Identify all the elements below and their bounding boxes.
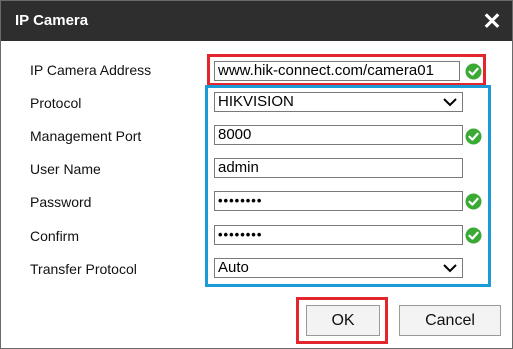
transfer-protocol-label: Transfer Protocol bbox=[30, 261, 137, 277]
dialog-titlebar: IP Camera ✕ bbox=[1, 1, 512, 41]
password-label: Password bbox=[30, 194, 92, 210]
valid-check-icon bbox=[465, 128, 482, 145]
username-label: User Name bbox=[30, 161, 101, 177]
username-input[interactable]: admin bbox=[214, 158, 463, 178]
dialog-title: IP Camera bbox=[15, 12, 89, 29]
cancel-button[interactable]: Cancel bbox=[399, 305, 501, 336]
chevron-down-icon bbox=[443, 98, 457, 107]
protocol-value: HIKVISION bbox=[218, 93, 294, 110]
close-icon[interactable]: ✕ bbox=[479, 7, 505, 35]
transfer-protocol-value: Auto bbox=[218, 259, 249, 276]
valid-check-icon bbox=[465, 193, 482, 210]
address-label: IP Camera Address bbox=[30, 62, 152, 78]
port-input[interactable]: 8000 bbox=[214, 125, 463, 145]
confirm-label: Confirm bbox=[30, 228, 80, 244]
chevron-down-icon bbox=[443, 264, 457, 273]
address-input[interactable]: www.hik-connect.com/camera01 bbox=[214, 61, 460, 81]
ip-camera-dialog: IP Camera ✕ IP Camera Address www.hik-co… bbox=[0, 0, 513, 349]
valid-check-icon bbox=[465, 63, 482, 80]
password-input[interactable]: •••••••• bbox=[214, 191, 463, 211]
confirm-input[interactable]: •••••••• bbox=[214, 225, 463, 245]
protocol-label: Protocol bbox=[30, 95, 82, 111]
port-label: Management Port bbox=[30, 128, 142, 144]
settings-highlight-box bbox=[205, 85, 491, 287]
protocol-select[interactable]: HIKVISION bbox=[214, 92, 463, 112]
transfer-protocol-select[interactable]: Auto bbox=[214, 258, 463, 278]
ok-button[interactable]: OK bbox=[306, 305, 380, 336]
valid-check-icon bbox=[465, 227, 482, 244]
